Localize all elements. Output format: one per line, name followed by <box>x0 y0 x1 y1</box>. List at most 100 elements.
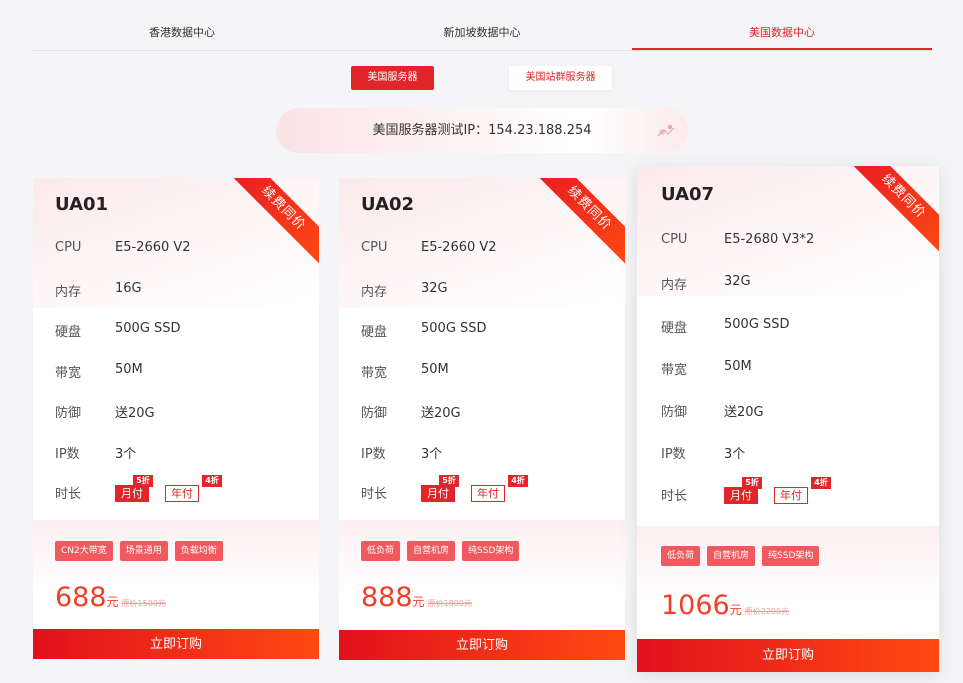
spec-value: 送20G <box>115 406 155 421</box>
spec-row-defense: 防御 送20G <box>661 401 911 421</box>
spec-row-memory: 内存 32G <box>361 281 611 301</box>
duration-label: 时长 <box>361 487 388 502</box>
tab-singapore-datacenter[interactable]: 新加坡数据中心 <box>332 18 632 50</box>
price: 688元 原价1500元 <box>55 582 166 613</box>
spec-row-cpu: CPU E5-2680 V3*2 <box>661 232 911 252</box>
card-title: UA07 <box>661 184 715 205</box>
spec-label: CPU <box>661 232 688 247</box>
monthly-option[interactable]: 月付 <box>115 485 149 502</box>
test-ip-text: 美国服务器测试IP：154.23.188.254 <box>372 123 592 138</box>
spec-row-bandwidth: 带宽 50M <box>361 362 611 382</box>
test-ip-banner: 美国服务器测试IP：154.23.188.254 <box>276 108 688 153</box>
yearly-option[interactable]: 年付 <box>774 487 808 504</box>
tab-hongkong-datacenter[interactable]: 香港数据中心 <box>32 18 332 50</box>
tag-list: 低负荷 自营机房 纯SSD架构 <box>361 541 520 561</box>
price: 1066元 原价2200元 <box>661 590 789 621</box>
feature-tag: 低负荷 <box>361 541 401 561</box>
server-type-tabs: 美国服务器 美国站群服务器 <box>0 66 963 90</box>
price-unit: 元 <box>729 603 742 617</box>
spec-label: 防御 <box>361 406 388 421</box>
original-price: 原价1500元 <box>121 599 166 608</box>
product-card-ua01: 续费同价 UA01 CPU E5-2660 V2 内存 16G 硬盘 500G … <box>33 178 319 659</box>
spec-value: 3个 <box>421 447 443 462</box>
monthly-discount-badge: 5折 <box>742 477 762 489</box>
spec-label: IP数 <box>55 447 80 462</box>
tag-list: 低负荷 自营机房 纯SSD架构 <box>661 546 820 566</box>
duration-row: 时长 月付 5折 年付 4折 <box>55 475 305 503</box>
spec-value: 50M <box>421 362 449 377</box>
spec-label: 硬盘 <box>55 325 82 340</box>
spec-value: 32G <box>421 281 448 296</box>
spec-label: IP数 <box>661 447 686 462</box>
duration-label: 时长 <box>661 489 688 504</box>
buy-now-button[interactable]: 立即订购 <box>637 639 939 672</box>
feature-tag: 自营机房 <box>707 546 756 566</box>
spec-label: 带宽 <box>55 366 82 381</box>
spec-label: IP数 <box>361 447 386 462</box>
price: 888元 原价1800元 <box>361 582 472 613</box>
spec-row-disk: 硬盘 500G SSD <box>55 321 305 341</box>
spec-label: 带宽 <box>661 363 688 378</box>
duration-label: 时长 <box>55 487 82 502</box>
spec-value: 3个 <box>724 447 746 462</box>
monthly-discount-badge: 5折 <box>133 475 153 487</box>
datacenter-tabs: 香港数据中心 新加坡数据中心 美国数据中心 <box>32 18 932 51</box>
spec-label: 内存 <box>55 285 82 300</box>
spec-label: 内存 <box>661 278 688 293</box>
spec-row-defense: 防御 送20G <box>361 402 611 422</box>
spec-value: 50M <box>115 362 143 377</box>
spec-value: 50M <box>724 359 752 374</box>
spec-value: 16G <box>115 281 142 296</box>
spec-label: 防御 <box>661 405 688 420</box>
spec-value: 送20G <box>421 406 461 421</box>
original-price: 原价1800元 <box>427 599 472 608</box>
yearly-option[interactable]: 年付 <box>471 485 505 502</box>
yearly-discount-badge: 4折 <box>508 475 528 487</box>
price-unit: 元 <box>106 595 119 609</box>
decoration-icon <box>657 124 675 137</box>
monthly-option[interactable]: 月付 <box>724 487 758 504</box>
yearly-discount-badge: 4折 <box>811 477 831 489</box>
spec-value: 3个 <box>115 447 137 462</box>
product-card-ua07: 续费同价 UA07 CPU E5-2680 V3*2 内存 32G 硬盘 500… <box>637 166 939 672</box>
buy-now-button[interactable]: 立即订购 <box>33 629 319 659</box>
monthly-discount-badge: 5折 <box>439 475 459 487</box>
spec-row-ip-count: IP数 3个 <box>55 443 305 463</box>
tab-us-server[interactable]: 美国服务器 <box>351 66 434 90</box>
spec-row-disk: 硬盘 500G SSD <box>661 317 911 337</box>
spec-row-cpu: CPU E5-2660 V2 <box>361 240 611 260</box>
spec-row-memory: 内存 32G <box>661 274 911 294</box>
spec-label: 带宽 <box>361 366 388 381</box>
monthly-option[interactable]: 月付 <box>421 485 455 502</box>
tab-us-datacenter[interactable]: 美国数据中心 <box>632 18 932 50</box>
yearly-option[interactable]: 年付 <box>165 485 199 502</box>
card-title: UA01 <box>55 194 109 215</box>
feature-tag: 负载均衡 <box>174 541 223 561</box>
spec-value: 500G SSD <box>421 321 487 336</box>
yearly-discount-badge: 4折 <box>202 475 222 487</box>
spec-label: 硬盘 <box>661 321 688 336</box>
spec-label: 硬盘 <box>361 325 388 340</box>
spec-value: E5-2660 V2 <box>115 240 191 255</box>
spec-row-disk: 硬盘 500G SSD <box>361 321 611 341</box>
spec-label: CPU <box>55 240 82 255</box>
price-value: 688 <box>55 582 107 613</box>
buy-now-button[interactable]: 立即订购 <box>339 630 625 660</box>
feature-tag: 纯SSD架构 <box>762 546 820 566</box>
spec-value: 送20G <box>724 405 764 420</box>
spec-row-ip-count: IP数 3个 <box>361 443 611 463</box>
spec-row-ip-count: IP数 3个 <box>661 443 911 463</box>
duration-row: 时长 月付 5折 年付 4折 <box>361 475 611 503</box>
spec-value: 32G <box>724 274 751 289</box>
original-price: 原价2200元 <box>744 607 790 616</box>
tab-us-cluster-server[interactable]: 美国站群服务器 <box>509 66 612 90</box>
spec-row-memory: 内存 16G <box>55 281 305 301</box>
spec-value: 500G SSD <box>115 321 181 336</box>
spec-row-cpu: CPU E5-2660 V2 <box>55 240 305 260</box>
spec-row-bandwidth: 带宽 50M <box>661 359 911 379</box>
feature-tag: 低负荷 <box>661 546 701 566</box>
spec-value: 500G SSD <box>724 317 790 332</box>
price-unit: 元 <box>412 595 425 609</box>
tag-list: CN2大带宽 场景通用 负载均衡 <box>55 541 223 561</box>
spec-value: E5-2680 V3*2 <box>724 232 815 247</box>
